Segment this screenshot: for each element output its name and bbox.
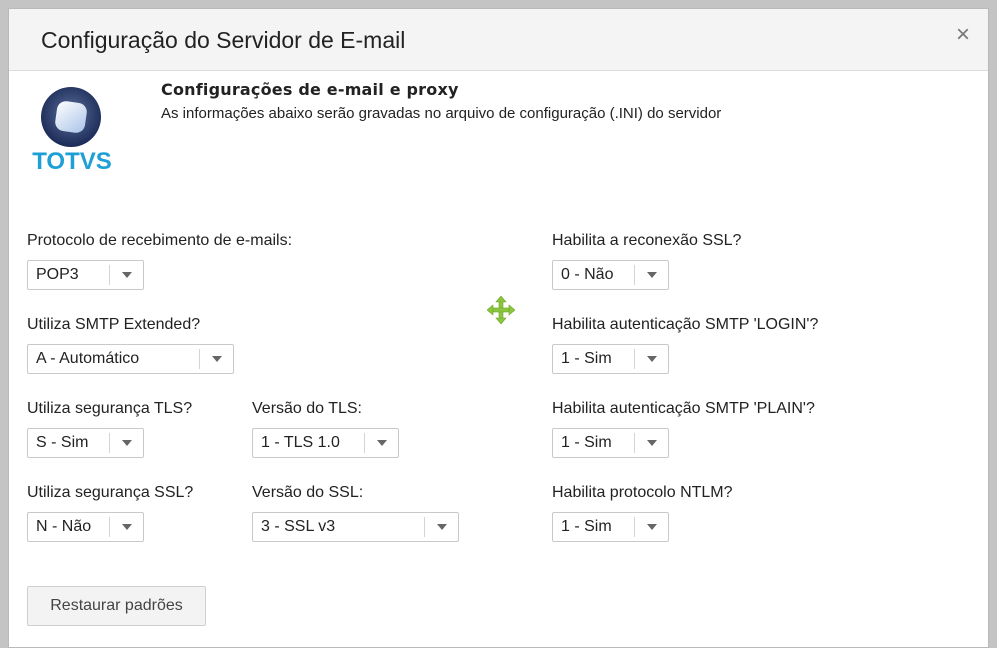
logo-wordmark: TOTVS <box>32 148 112 175</box>
smtp-extended-label: Utiliza SMTP Extended? <box>27 316 201 333</box>
section-subtitle: As informações abaixo serão gravadas no … <box>161 105 722 122</box>
chevron-down-icon <box>364 433 398 453</box>
chevron-down-icon <box>109 517 143 537</box>
smtp-plain-auth-label: Habilita autenticação SMTP 'PLAIN'? <box>552 400 815 417</box>
chevron-down-icon <box>634 265 668 285</box>
ssl-version-select[interactable]: 3 - SSL v3 <box>252 512 459 542</box>
smtp-plain-auth-select[interactable]: 1 - Sim <box>552 428 669 458</box>
dialog-titlebar: Configuração do Servidor de E-mail × <box>9 9 988 71</box>
tls-security-select[interactable]: S - Sim <box>27 428 144 458</box>
smtp-login-auth-value: 1 - Sim <box>561 350 612 367</box>
email-server-config-dialog: Configuração do Servidor de E-mail × TOT… <box>8 8 989 648</box>
restore-defaults-button[interactable]: Restaurar padrões <box>27 586 206 626</box>
tls-security-value: S - Sim <box>36 434 89 451</box>
ntlm-protocol-select[interactable]: 1 - Sim <box>552 512 669 542</box>
smtp-login-auth-select[interactable]: 1 - Sim <box>552 344 669 374</box>
totvs-logo: TOTVS <box>32 87 112 175</box>
smtp-extended-select[interactable]: A - Automático <box>27 344 234 374</box>
chevron-down-icon <box>634 517 668 537</box>
section-title: Configurações de e-mail e proxy <box>161 80 459 99</box>
tls-version-label: Versão do TLS: <box>252 400 362 417</box>
chevron-down-icon <box>199 349 233 369</box>
ssl-version-value: 3 - SSL v3 <box>261 518 336 535</box>
smtp-plain-auth-value: 1 - Sim <box>561 434 612 451</box>
smtp-extended-value: A - Automático <box>36 350 140 367</box>
dialog-title: Configuração do Servidor de E-mail <box>41 27 406 53</box>
ntlm-protocol-value: 1 - Sim <box>561 518 612 535</box>
ssl-version-label: Versão do SSL: <box>252 484 364 501</box>
ntlm-protocol-label: Habilita protocolo NTLM? <box>552 484 733 501</box>
close-icon[interactable]: × <box>956 23 970 47</box>
move-cursor-icon[interactable] <box>487 296 515 324</box>
ssl-security-select[interactable]: N - Não <box>27 512 144 542</box>
ssl-reconnect-select[interactable]: 0 - Não <box>552 260 669 290</box>
receive-protocol-select[interactable]: POP3 <box>27 260 144 290</box>
ssl-security-label: Utiliza segurança SSL? <box>27 484 194 501</box>
chevron-down-icon <box>424 517 458 537</box>
tls-version-select[interactable]: 1 - TLS 1.0 <box>252 428 399 458</box>
ssl-security-value: N - Não <box>36 518 92 535</box>
tls-security-label: Utiliza segurança TLS? <box>27 400 193 417</box>
chevron-down-icon <box>109 265 143 285</box>
chevron-down-icon <box>634 349 668 369</box>
chevron-down-icon <box>634 433 668 453</box>
smtp-login-auth-label: Habilita autenticação SMTP 'LOGIN'? <box>552 316 819 333</box>
tls-version-value: 1 - TLS 1.0 <box>261 434 340 451</box>
ssl-reconnect-label: Habilita a reconexão SSL? <box>552 232 742 249</box>
ssl-reconnect-value: 0 - Não <box>561 266 614 283</box>
receive-protocol-value: POP3 <box>36 266 79 283</box>
chevron-down-icon <box>109 433 143 453</box>
receive-protocol-label: Protocolo de recebimento de e-mails: <box>27 232 293 249</box>
